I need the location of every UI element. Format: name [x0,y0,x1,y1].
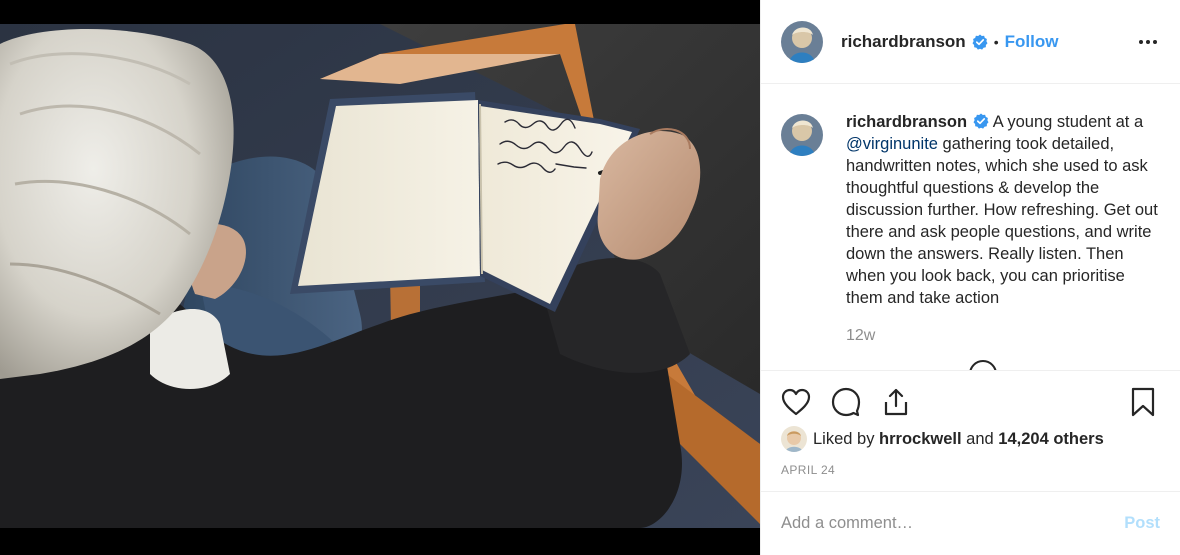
likes-prefix: Liked by [813,429,880,448]
verified-badge-icon [973,113,989,129]
post-date[interactable]: APRIL 24 [781,463,1164,477]
add-comment-form: Post [761,491,1180,555]
comment-icon[interactable] [831,387,861,417]
verified-badge-icon [972,34,988,50]
caption-text-end: gathering took detailed, handwritten not… [846,135,1158,307]
follow-button[interactable]: Follow [1005,32,1059,52]
header-separator: • [993,33,999,50]
author-avatar[interactable] [781,20,823,63]
likes-text: Liked by hrrockwell and 14,204 others [813,430,1104,449]
post-header: richardbranson • Follow [761,0,1180,84]
post-photo-panel [0,0,760,555]
post-photo[interactable] [0,24,760,528]
comment-input[interactable] [781,514,1125,533]
action-bar [781,371,1164,433]
post-comment-button[interactable]: Post [1124,514,1160,533]
caption-mention-link[interactable]: @virginunite [846,135,938,153]
caption-text-start: A young student at a [989,113,1144,131]
caption-username[interactable]: richardbranson [846,113,967,131]
likes-and: and [961,429,999,448]
caption-timestamp[interactable]: 12w [846,327,1164,345]
liked-by-username[interactable]: hrrockwell [879,430,962,448]
heart-icon[interactable] [781,387,811,417]
author-username[interactable]: richardbranson [841,32,966,52]
likes-summary[interactable]: Liked by hrrockwell and 14,204 others [781,425,1164,453]
post-actions-area: Liked by hrrockwell and 14,204 others AP… [761,370,1180,477]
comments-section[interactable]: richardbranson A young student at a @vir… [761,85,1180,370]
caption-row: richardbranson A young student at a @vir… [781,111,1164,309]
likes-count[interactable]: 14,204 others [998,430,1103,448]
caption-author-avatar[interactable] [781,114,823,156]
post-side-panel: richardbranson • Follow richardbranson A… [760,0,1180,555]
bookmark-icon[interactable] [1128,387,1158,417]
post-caption: richardbranson A young student at a @vir… [846,111,1164,309]
load-more-comments-icon[interactable] [969,360,997,370]
share-icon[interactable] [881,387,911,417]
instagram-post-modal: richardbranson • Follow richardbranson A… [0,0,1180,555]
more-options-icon[interactable] [1136,30,1160,54]
liker-avatar[interactable] [781,426,807,452]
